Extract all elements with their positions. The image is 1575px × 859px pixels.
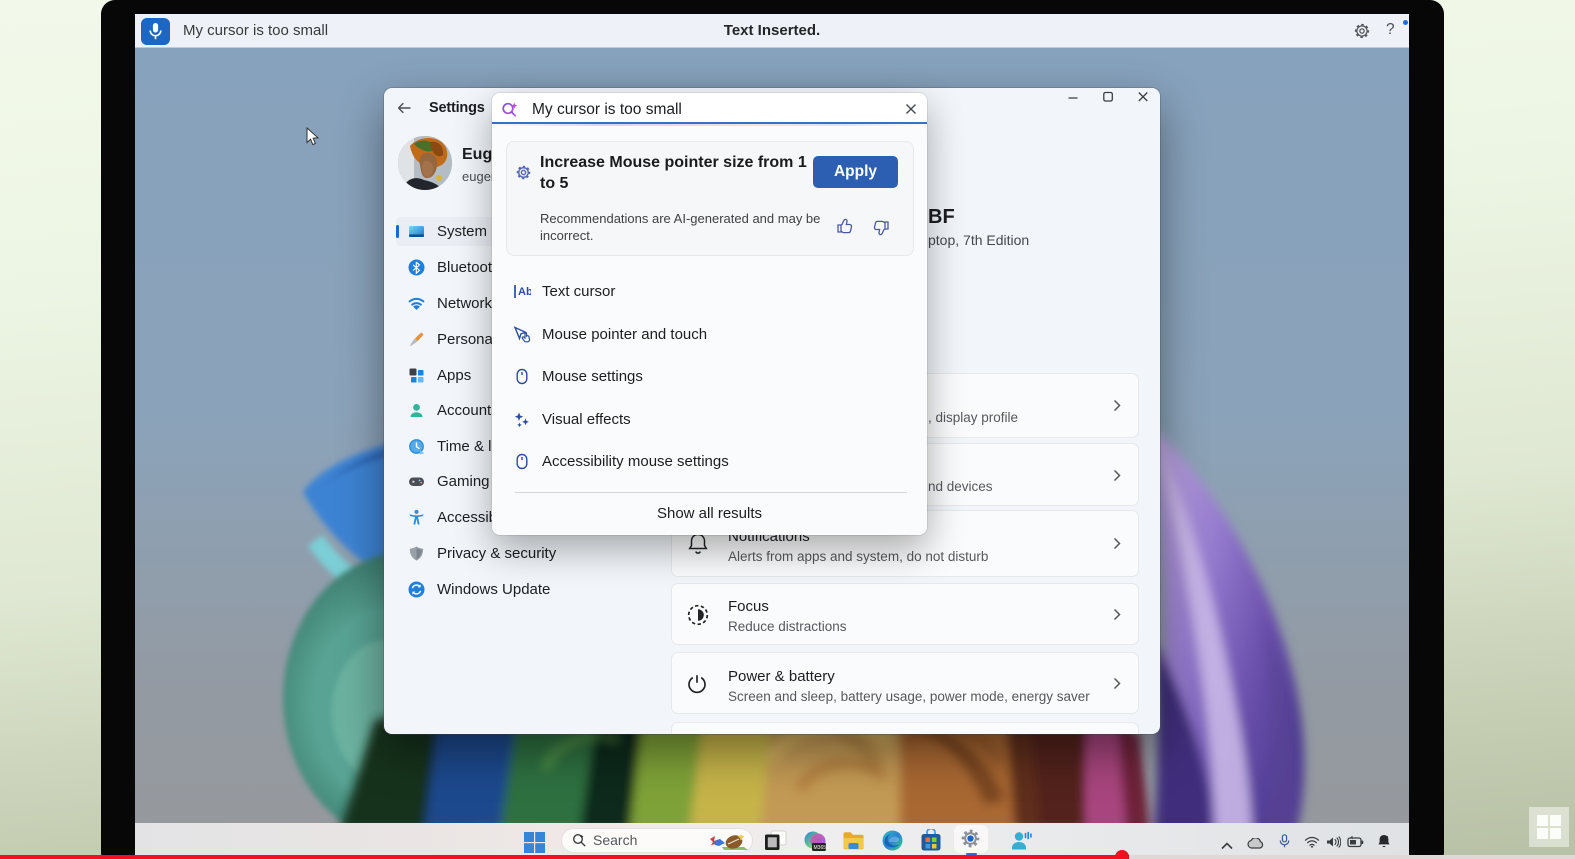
svg-text:M365: M365	[814, 845, 827, 851]
svg-text:Ab: Ab	[518, 286, 531, 298]
svg-text:z: z	[1386, 835, 1389, 841]
